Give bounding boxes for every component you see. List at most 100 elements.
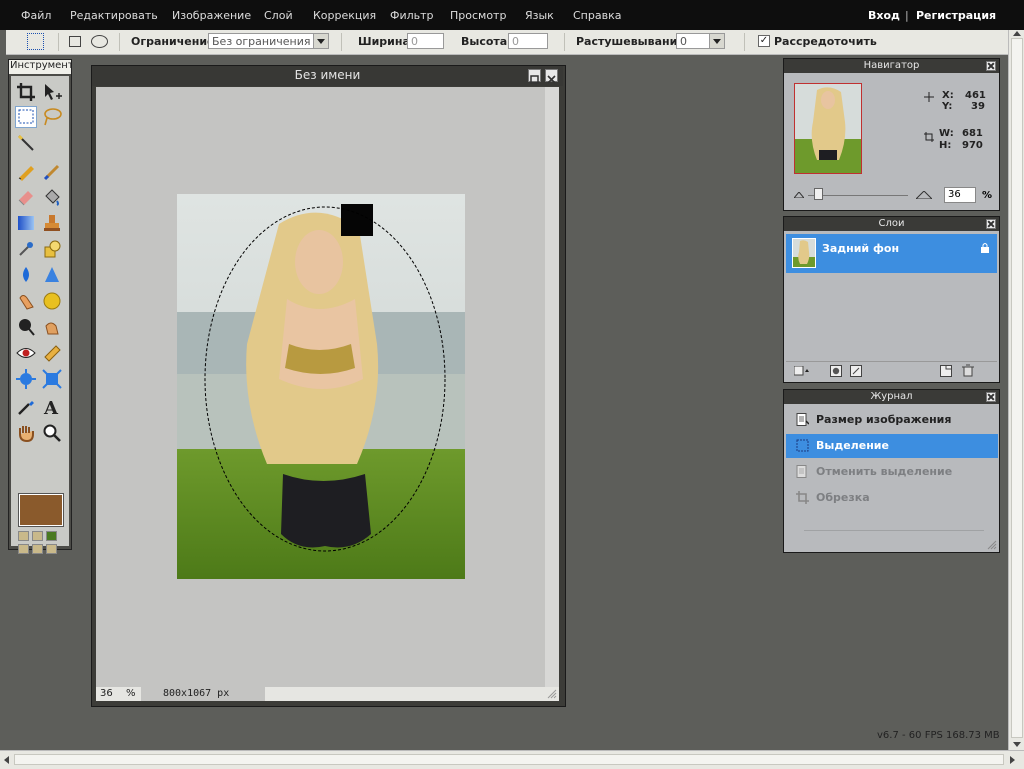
layer-mask-icon[interactable] (830, 365, 842, 377)
menu-file[interactable]: Файл (21, 9, 51, 22)
history-item-crop[interactable]: Обрезка (786, 486, 998, 510)
type-tool[interactable]: A (41, 396, 63, 419)
menu-edit[interactable]: Редактировать (70, 9, 158, 22)
vertical-scroll-thumb[interactable] (1011, 38, 1023, 738)
document-vertical-scrollbar[interactable] (545, 87, 559, 687)
sharpen-tool[interactable] (41, 264, 63, 286)
close-icon[interactable] (986, 61, 996, 71)
zoom-input[interactable]: 36 (100, 688, 120, 699)
menu-language[interactable]: Язык (525, 9, 554, 22)
color-swatch[interactable] (46, 531, 57, 541)
menu-image[interactable]: Изображение (172, 9, 251, 22)
close-button[interactable] (545, 69, 558, 84)
maximize-icon (530, 75, 539, 84)
magnifier-icon (43, 424, 61, 442)
layer-row[interactable]: Задний фон (786, 234, 997, 273)
brush-tool[interactable] (41, 160, 63, 182)
crop-tool[interactable] (15, 81, 37, 103)
color-swatch[interactable] (32, 531, 43, 541)
burn-tool[interactable] (41, 316, 63, 338)
scroll-left-arrow-icon[interactable] (3, 756, 9, 764)
horizontal-scroll-thumb[interactable] (14, 754, 1004, 765)
image-size-text: 800x1067 px (141, 687, 265, 701)
register-link[interactable]: Регистрация (916, 9, 996, 22)
elliptical-selection[interactable] (200, 202, 450, 557)
scroll-right-arrow-icon[interactable] (1010, 756, 1016, 764)
dodge-tool[interactable] (15, 316, 37, 338)
zoom-tool[interactable] (41, 422, 63, 444)
menu-layer[interactable]: Слой (264, 9, 293, 22)
color-swatch[interactable] (32, 544, 43, 554)
smudge-tool[interactable] (15, 290, 37, 312)
zoom-slider-thumb[interactable] (814, 188, 823, 200)
height-input[interactable]: 0 (508, 33, 548, 49)
eraser-tool[interactable] (15, 186, 37, 208)
color-swatch[interactable] (18, 531, 29, 541)
menu-view[interactable]: Просмотр (450, 9, 506, 22)
eraser-icon (18, 191, 33, 206)
history-item-image-size[interactable]: Размер изображения (786, 408, 998, 432)
gradient-tool[interactable] (15, 212, 37, 234)
scroll-down-arrow-icon[interactable] (1013, 742, 1021, 748)
antialias-checkbox[interactable]: ✓ (758, 35, 770, 47)
login-link[interactable]: Вход (868, 9, 900, 22)
eyedropper-tool[interactable] (15, 396, 37, 418)
resize-grip-icon[interactable] (987, 540, 997, 550)
antialias-label: Рассредоточить (774, 35, 877, 48)
color-swatch[interactable] (18, 544, 29, 554)
bloat-tool[interactable] (15, 368, 37, 390)
menu-filter[interactable]: Фильтр (390, 9, 434, 22)
history-item-label: Отменить выделение (816, 465, 953, 478)
page-horizontal-scrollbar[interactable] (0, 750, 1024, 769)
canvas-area[interactable] (96, 87, 545, 687)
zoom-in-icon[interactable] (916, 191, 932, 199)
shape-tool[interactable] (41, 238, 63, 260)
primary-color-swatch[interactable] (19, 494, 63, 526)
clone-stamp-tool[interactable] (41, 212, 63, 234)
bucket-tool[interactable] (41, 186, 63, 208)
constraint-dropdown-arrow-icon[interactable] (313, 33, 329, 49)
page-vertical-scrollbar[interactable] (1008, 30, 1024, 750)
move-tool[interactable] (41, 81, 63, 103)
marquee-tool[interactable] (15, 106, 37, 128)
trash-icon[interactable] (962, 364, 974, 377)
maximize-button[interactable] (528, 69, 541, 84)
auth-separator: | (905, 9, 909, 22)
document-icon (796, 413, 809, 426)
lock-icon[interactable] (980, 242, 990, 254)
navigator-zoom-input[interactable]: 36 (944, 187, 976, 203)
lasso-tool[interactable] (41, 106, 63, 128)
color-swatch[interactable] (46, 544, 57, 554)
new-layer-icon[interactable] (940, 365, 952, 377)
document-title[interactable]: Без имени (92, 66, 563, 86)
resize-grip-icon[interactable] (547, 689, 557, 699)
feather-input[interactable]: 0 (676, 33, 710, 49)
red-eye-tool[interactable] (15, 342, 37, 364)
rect-selection-mode-icon[interactable] (69, 36, 81, 47)
zoom-slider-track[interactable] (808, 195, 908, 196)
constraint-select[interactable]: Без ограничения (208, 33, 314, 49)
history-item-deselect[interactable]: Отменить выделение (786, 460, 998, 484)
menu-help[interactable]: Справка (573, 9, 621, 22)
scroll-up-arrow-icon[interactable] (1013, 30, 1021, 36)
navigator-thumbnail[interactable] (794, 83, 862, 174)
width-input[interactable]: 0 (407, 33, 444, 49)
ellipse-selection-mode-icon[interactable] (91, 35, 108, 48)
history-item-selection[interactable]: Выделение (786, 434, 998, 458)
menu-adjustments[interactable]: Коррекция (313, 9, 376, 22)
feather-dropdown-arrow-icon[interactable] (709, 33, 725, 49)
hand-tool[interactable] (15, 422, 37, 444)
spot-heal-tool[interactable] (41, 342, 63, 364)
layer-styles-icon[interactable] (850, 365, 862, 377)
close-icon[interactable] (986, 219, 996, 229)
close-icon[interactable] (986, 392, 996, 402)
layer-settings-icon[interactable] (794, 366, 810, 376)
zoom-out-icon[interactable] (794, 192, 804, 198)
sponge-tool[interactable] (41, 290, 63, 312)
magic-wand-tool[interactable] (15, 132, 37, 154)
pinch-tool[interactable] (41, 368, 63, 390)
pencil-tool[interactable] (15, 160, 37, 182)
blur-tool[interactable] (15, 264, 37, 286)
bandage-icon (44, 345, 61, 362)
color-replace-tool[interactable] (15, 238, 37, 260)
